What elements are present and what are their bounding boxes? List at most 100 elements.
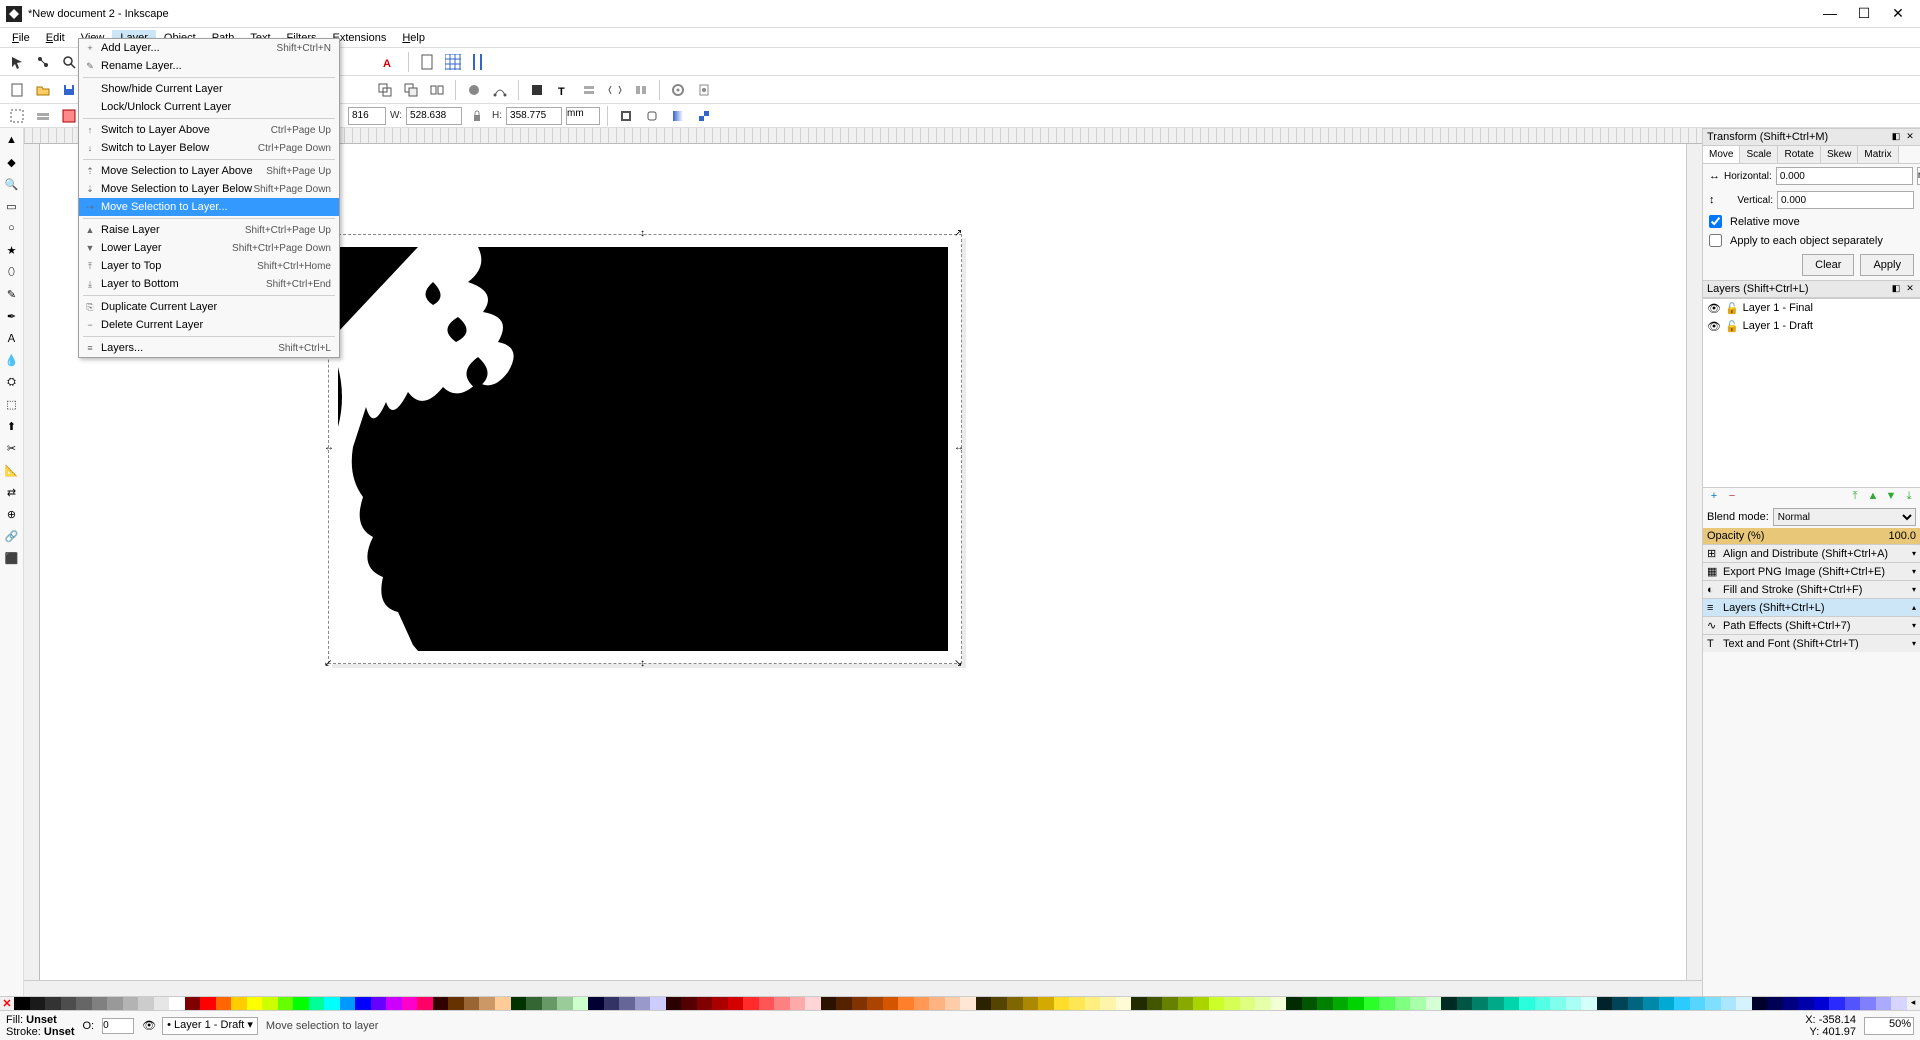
unlink-icon[interactable] bbox=[400, 79, 422, 101]
color-swatch[interactable] bbox=[681, 997, 697, 1010]
transform-tab-move[interactable]: Move bbox=[1703, 146, 1740, 163]
color-swatch[interactable] bbox=[1814, 997, 1830, 1010]
menu-edit[interactable]: Edit bbox=[38, 30, 73, 46]
docked-panel-fill[interactable]: ◐Fill and Stroke (Shift+Ctrl+F)▾ bbox=[1703, 580, 1920, 598]
color-swatch[interactable] bbox=[1488, 997, 1504, 1010]
doc-props-icon[interactable] bbox=[693, 79, 715, 101]
unit-select[interactable]: mm bbox=[566, 107, 600, 125]
layer-lock-icon[interactable]: 🔓 bbox=[1725, 320, 1739, 333]
pen-tool[interactable]: ✒ bbox=[2, 306, 22, 326]
dropper-tool[interactable]: ⛭ bbox=[2, 372, 22, 392]
color-swatch[interactable] bbox=[278, 997, 294, 1010]
layers-dialog-icon[interactable] bbox=[578, 79, 600, 101]
color-swatch[interactable] bbox=[200, 997, 216, 1010]
color-swatch[interactable] bbox=[107, 997, 123, 1010]
color-swatch[interactable] bbox=[867, 997, 883, 1010]
color-swatch[interactable] bbox=[836, 997, 852, 1010]
color-swatch[interactable] bbox=[1752, 997, 1768, 1010]
color-swatch[interactable] bbox=[821, 997, 837, 1010]
color-swatch[interactable] bbox=[1519, 997, 1535, 1010]
minimize-button[interactable]: — bbox=[1822, 5, 1838, 22]
color-swatch[interactable] bbox=[1876, 997, 1892, 1010]
menu-item-show-hide-current-layer[interactable]: Show/hide Current Layer bbox=[79, 80, 339, 98]
color-swatch[interactable] bbox=[1736, 997, 1752, 1010]
no-color-swatch[interactable]: ✕ bbox=[0, 997, 14, 1011]
menu-item-rename-layer-[interactable]: ✎Rename Layer... bbox=[79, 57, 339, 75]
color-swatch[interactable] bbox=[448, 997, 464, 1010]
color-swatch[interactable] bbox=[1628, 997, 1644, 1010]
color-swatch[interactable] bbox=[650, 997, 666, 1010]
vertical-scrollbar[interactable] bbox=[1686, 144, 1702, 980]
open-icon[interactable] bbox=[32, 79, 54, 101]
panel-undock-icon[interactable]: ◧ bbox=[1890, 131, 1902, 143]
master-opacity-input[interactable] bbox=[102, 1018, 134, 1034]
nodes-tool-icon[interactable] bbox=[32, 51, 54, 73]
color-swatch[interactable] bbox=[1038, 997, 1054, 1010]
layer-visibility-icon[interactable]: 👁 bbox=[1707, 320, 1721, 333]
color-swatch[interactable] bbox=[1674, 997, 1690, 1010]
transform-tab-rotate[interactable]: Rotate bbox=[1778, 146, 1820, 163]
lpe-tool[interactable]: 🔗 bbox=[2, 526, 22, 546]
color-swatch[interactable] bbox=[1690, 997, 1706, 1010]
ruler-vertical[interactable] bbox=[24, 144, 40, 980]
h-value-input[interactable] bbox=[506, 107, 562, 125]
color-swatch[interactable] bbox=[1193, 997, 1209, 1010]
color-swatch[interactable] bbox=[945, 997, 961, 1010]
eraser-tool[interactable]: ⊕ bbox=[2, 504, 22, 524]
transform-tab-skew[interactable]: Skew bbox=[1821, 146, 1858, 163]
color-swatch[interactable] bbox=[805, 997, 821, 1010]
color-swatch[interactable] bbox=[262, 997, 278, 1010]
menu-item-layer-to-bottom[interactable]: ⤓Layer to BottomShift+Ctrl+End bbox=[79, 275, 339, 293]
color-swatch[interactable] bbox=[355, 997, 371, 1010]
scale-handle-w[interactable]: ↔ bbox=[324, 444, 332, 452]
menu-item-layer-to-top[interactable]: ⤒Layer to TopShift+Ctrl+Home bbox=[79, 257, 339, 275]
measure-tool[interactable]: 📐 bbox=[2, 460, 22, 480]
layer-visibility-icon[interactable]: 👁 bbox=[1707, 302, 1721, 315]
layer-up-icon[interactable]: ▲ bbox=[1866, 490, 1880, 504]
gradient-tool[interactable]: 💧 bbox=[2, 350, 22, 370]
clear-button[interactable]: Clear bbox=[1802, 254, 1854, 276]
color-swatch[interactable] bbox=[774, 997, 790, 1010]
color-swatch[interactable] bbox=[573, 997, 589, 1010]
menu-item-delete-current-layer[interactable]: −Delete Current Layer bbox=[79, 316, 339, 334]
color-swatch[interactable] bbox=[604, 997, 620, 1010]
scale-handle-ne[interactable]: ↗ bbox=[954, 230, 962, 238]
color-swatch[interactable] bbox=[1410, 997, 1426, 1010]
prefs-icon[interactable] bbox=[667, 79, 689, 101]
deselect-icon[interactable] bbox=[58, 105, 80, 127]
color-swatch[interactable] bbox=[309, 997, 325, 1010]
color-swatch[interactable] bbox=[1333, 997, 1349, 1010]
affect-pattern-icon[interactable] bbox=[693, 105, 715, 127]
color-swatch[interactable] bbox=[1441, 997, 1457, 1010]
opacity-row[interactable]: Opacity (%) 100.0 bbox=[1703, 528, 1920, 544]
apply-each-checkbox[interactable] bbox=[1709, 234, 1722, 247]
color-swatch[interactable] bbox=[154, 997, 170, 1010]
zoom-tool[interactable]: 🔍 bbox=[2, 174, 22, 194]
relative-move-checkbox[interactable] bbox=[1709, 215, 1722, 228]
maximize-button[interactable]: ☐ bbox=[1856, 5, 1872, 22]
menu-item-lower-layer[interactable]: ▼Lower LayerShift+Ctrl+Page Down bbox=[79, 239, 339, 257]
guides-icon[interactable] bbox=[468, 51, 490, 73]
color-swatch[interactable] bbox=[1255, 997, 1271, 1010]
add-layer-icon[interactable]: + bbox=[1707, 490, 1721, 504]
lock-aspect-icon[interactable] bbox=[466, 105, 488, 127]
color-swatch[interactable] bbox=[371, 997, 387, 1010]
horizontal-input[interactable] bbox=[1776, 167, 1913, 185]
color-swatch[interactable] bbox=[76, 997, 92, 1010]
pencil-tool[interactable]: ✎ bbox=[2, 284, 22, 304]
color-swatch[interactable] bbox=[45, 997, 61, 1010]
selector-tool-icon[interactable] bbox=[6, 51, 28, 73]
color-swatch[interactable] bbox=[1054, 997, 1070, 1010]
color-swatch[interactable] bbox=[293, 997, 309, 1010]
color-swatch[interactable] bbox=[759, 997, 775, 1010]
color-swatch[interactable] bbox=[1007, 997, 1023, 1010]
menu-item-move-selection-to-layer-below[interactable]: ⇣Move Selection to Layer BelowShift+Page… bbox=[79, 180, 339, 198]
palette-menu-icon[interactable]: ◂ bbox=[1906, 997, 1920, 1010]
color-swatch[interactable] bbox=[1721, 997, 1737, 1010]
text-tool[interactable]: Ａ bbox=[2, 328, 22, 348]
scale-handle-n[interactable]: ↕ bbox=[640, 230, 648, 238]
menu-item-switch-to-layer-below[interactable]: ↓Switch to Layer BelowCtrl+Page Down bbox=[79, 139, 339, 157]
clone-icon[interactable] bbox=[374, 79, 396, 101]
color-swatch[interactable] bbox=[169, 997, 185, 1010]
color-swatch[interactable] bbox=[247, 997, 263, 1010]
